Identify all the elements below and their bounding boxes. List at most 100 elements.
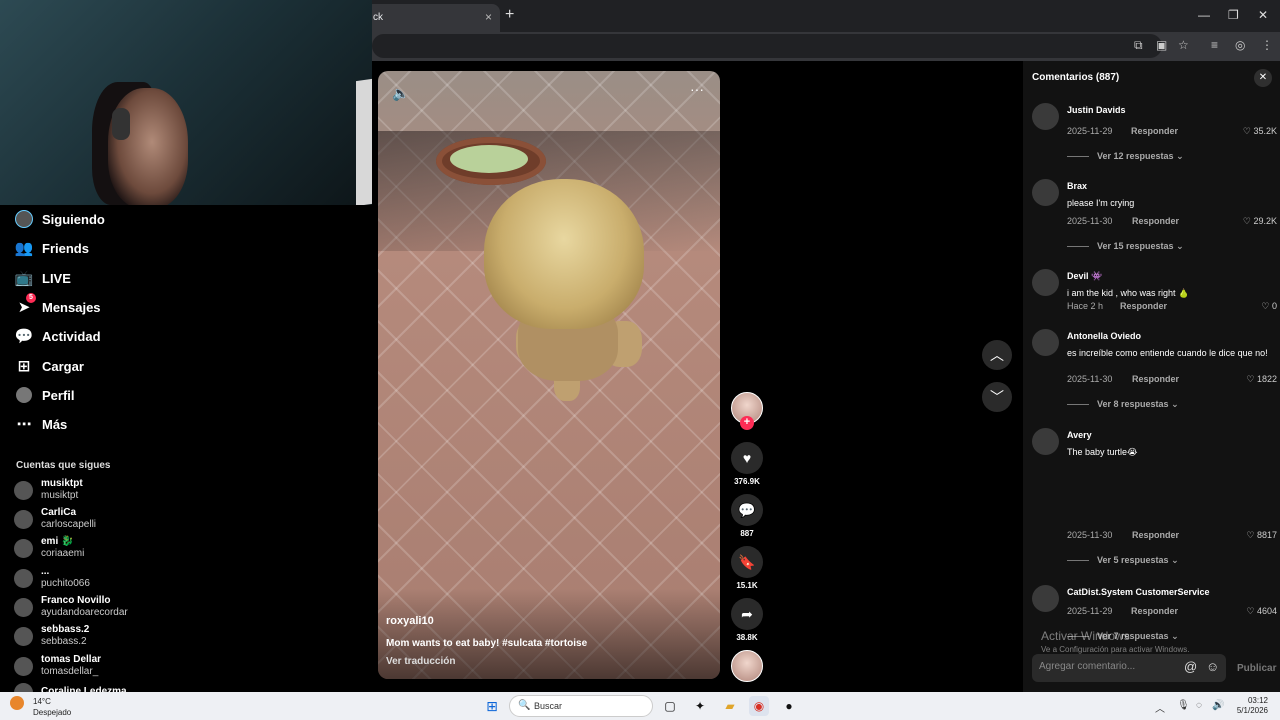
task-view-icon[interactable]: ▢	[660, 696, 680, 716]
comment-likes[interactable]: ♡ 29.2K	[1243, 216, 1277, 227]
emoji-icon[interactable]: ☺	[1206, 659, 1219, 674]
avatar[interactable]	[1032, 179, 1059, 206]
video-options-icon[interactable]: ···	[690, 81, 704, 97]
tab-close-icon[interactable]: ×	[485, 10, 492, 24]
comment-item: Devil 👾 i am the kid , who was right 🍐 H…	[1032, 269, 1277, 319]
view-replies-button[interactable]: Ver 15 respuestas ⌄	[1067, 241, 1184, 252]
nav-siguiendo[interactable]: Siguiendo	[14, 207, 105, 231]
minimize-icon[interactable]: —	[1198, 8, 1210, 22]
chevron-down-icon: ﹀	[990, 389, 1004, 405]
comment-author[interactable]: Justin Davids	[1067, 105, 1126, 115]
avatar[interactable]	[1032, 585, 1059, 612]
music-disc[interactable]	[731, 650, 763, 682]
reply-button[interactable]: Responder	[1132, 216, 1179, 226]
tray-chevron-icon[interactable]: ︿	[1155, 700, 1165, 715]
avatar[interactable]	[1032, 428, 1059, 455]
comment-author[interactable]: Brax	[1067, 181, 1087, 191]
save-button[interactable]: 🔖 15.1K	[731, 546, 763, 590]
comment-input[interactable]: Agregar comentario... @ ☺	[1032, 654, 1226, 682]
file-explorer-icon[interactable]: ▰	[720, 696, 740, 716]
reply-button[interactable]: Responder	[1120, 301, 1167, 311]
following-account[interactable]: emi 🐉 coriaaemi	[14, 535, 84, 561]
avatar	[14, 656, 33, 676]
comment-button[interactable]: 💬 887	[731, 494, 763, 538]
nav-label: Más	[42, 416, 68, 432]
profile-icon	[14, 385, 34, 405]
comment-date: Hace 2 h	[1067, 301, 1104, 311]
comment-likes[interactable]: ♡ 0	[1261, 301, 1277, 312]
nav-live[interactable]: 📺 LIVE	[14, 266, 71, 290]
nav-cargar[interactable]: ⊞ Cargar	[14, 354, 84, 378]
comment-likes[interactable]: ♡ 1822	[1246, 374, 1277, 385]
comment-author[interactable]: CatDist.System CustomerService	[1067, 587, 1210, 597]
app-icon[interactable]: ●	[779, 696, 799, 716]
view-replies-button[interactable]: Ver 12 respuestas ⌄	[1067, 151, 1184, 162]
following-account[interactable]: tomas Dellar tomasdellar_	[14, 653, 101, 679]
profile-icon[interactable]: ◎	[1235, 38, 1245, 52]
install-icon[interactable]: ▣	[1156, 38, 1167, 52]
avatar	[14, 626, 33, 646]
menu-icon[interactable]: ⋮	[1261, 38, 1273, 52]
following-account[interactable]: Franco Novillo ayudandoarecordar	[14, 594, 128, 620]
volume-icon[interactable]: 🔊	[1212, 700, 1224, 711]
comment-likes[interactable]: ♡ 35.2K	[1243, 126, 1277, 137]
share-count: 38.8K	[736, 633, 758, 642]
chevron-up-icon: ︿	[990, 347, 1004, 363]
reply-button[interactable]: Responder	[1131, 606, 1178, 616]
copilot-icon[interactable]: ✦	[690, 696, 710, 716]
view-replies-button[interactable]: Ver 5 respuestas ⌄	[1067, 555, 1179, 566]
search-label: Buscar	[534, 701, 563, 711]
avatar[interactable]	[1032, 269, 1059, 296]
tortoise-shell	[484, 179, 644, 329]
friends-icon: 👥	[14, 240, 34, 257]
translate-link[interactable]: Ver traducción	[386, 656, 455, 667]
reply-button[interactable]: Responder	[1132, 530, 1179, 540]
avatar[interactable]	[1032, 329, 1059, 356]
video-author[interactable]: roxyali10	[386, 615, 434, 627]
chrome-icon[interactable]: ◉	[749, 696, 769, 716]
new-tab-button[interactable]: +	[505, 6, 514, 24]
view-replies-button[interactable]: Ver 8 respuestas ⌄	[1067, 399, 1179, 410]
reply-button[interactable]: Responder	[1131, 126, 1178, 136]
publish-button[interactable]: Publicar	[1237, 663, 1276, 674]
browser-tab[interactable]: ck ×	[365, 4, 500, 32]
network-icon[interactable]: ◌	[1196, 700, 1202, 711]
close-window-icon[interactable]: ✕	[1258, 8, 1268, 22]
comment-likes[interactable]: ♡ 8817	[1246, 530, 1277, 541]
follow-plus-icon[interactable]: +	[740, 416, 754, 430]
nav-actividad[interactable]: 💬 Actividad	[14, 324, 101, 348]
comment-author[interactable]: Avery	[1067, 430, 1092, 440]
restore-icon[interactable]: ❐	[1228, 8, 1239, 22]
address-bar[interactable]	[372, 34, 1162, 58]
share-button[interactable]: ➦ 38.8K	[731, 598, 763, 642]
reading-list-icon[interactable]: ≡	[1211, 38, 1218, 52]
microphone-icon[interactable]: 🎙	[1177, 700, 1190, 711]
speaker-icon[interactable]: 🔈	[392, 85, 409, 102]
following-account[interactable]: musiktpt musiktpt	[14, 477, 83, 503]
following-account[interactable]: sebbass.2 sebbass.2	[14, 623, 89, 649]
system-clock[interactable]: 03:12 5/1/2026	[1237, 696, 1268, 716]
video-player[interactable]: 🔈 ··· roxyali10 Mom wants to eat baby! #…	[378, 71, 720, 679]
comment-author[interactable]: Antonella Oviedo	[1067, 331, 1141, 341]
windows-start-icon[interactable]: ⊞	[482, 696, 502, 716]
avatar[interactable]	[1032, 103, 1059, 130]
mention-icon[interactable]: @	[1184, 659, 1197, 674]
bookmark-star-icon[interactable]: ☆	[1178, 38, 1189, 52]
next-video-button[interactable]: ﹀	[982, 382, 1012, 412]
nav-mas[interactable]: ⋯ Más	[14, 412, 68, 436]
translate-icon[interactable]: ⧉	[1134, 38, 1143, 53]
comment-likes[interactable]: ♡ 4604	[1246, 606, 1277, 617]
webcam-overlay	[0, 0, 372, 205]
nav-friends[interactable]: 👥 Friends	[14, 236, 89, 260]
previous-video-button[interactable]: ︿	[982, 340, 1012, 370]
comment-author[interactable]: Devil 👾	[1067, 271, 1102, 282]
bookmark-icon: 🔖	[731, 546, 763, 578]
following-account[interactable]: ... puchito066	[14, 565, 90, 591]
reply-button[interactable]: Responder	[1132, 374, 1179, 384]
nav-mensajes[interactable]: ➤ 5 Mensajes	[14, 293, 101, 319]
close-icon[interactable]: ✕	[1254, 69, 1272, 87]
nav-perfil[interactable]: Perfil	[14, 383, 75, 407]
following-account[interactable]: CarliCa carloscapelli	[14, 506, 96, 532]
like-button[interactable]: ♥ 376.9K	[731, 442, 763, 486]
taskbar-search[interactable]: 🔍 Buscar	[509, 695, 653, 717]
